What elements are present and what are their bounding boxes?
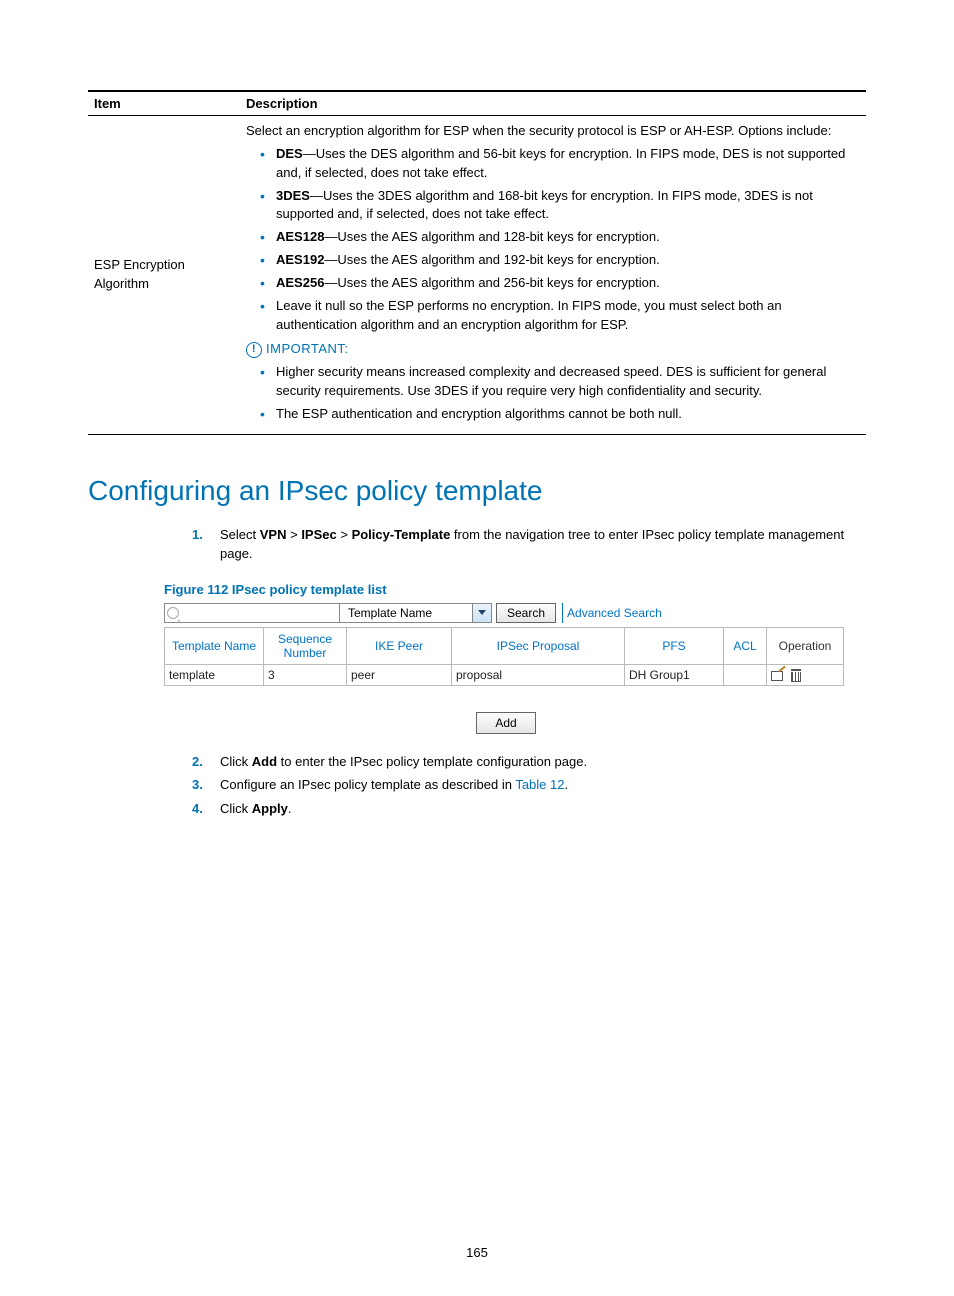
th-desc: Description [240,91,866,116]
col-ike-peer[interactable]: IKE Peer [347,627,452,664]
row-desc: Select an encryption algorithm for ESP w… [240,116,866,435]
edit-icon[interactable] [771,669,785,681]
step-2: Click Add to enter the IPsec policy temp… [192,752,866,772]
intro-text: Select an encryption algorithm for ESP w… [246,122,860,141]
step-4: Click Apply. [192,799,866,819]
template-list-table: Template Name Sequence Number IKE Peer I… [164,627,844,686]
col-template-name[interactable]: Template Name [165,627,264,664]
th-item: Item [88,91,240,116]
table-row: template 3 peer proposal DH Group1 [165,664,844,685]
search-input[interactable] [164,603,340,623]
advanced-search-link[interactable]: Advanced Search [562,603,662,623]
important-1: Higher security means increased complexi… [264,363,860,401]
important-label: ! IMPORTANT: [246,340,349,359]
col-sequence[interactable]: Sequence Number [264,627,347,664]
search-field-dropdown[interactable]: Template Name [339,603,492,623]
search-button[interactable]: Search [496,603,556,623]
important-icon: ! [246,342,262,358]
ui-screenshot: Template Name Search Advanced Search Tem… [164,603,844,734]
section-heading: Configuring an IPsec policy template [88,475,866,507]
col-ipsec-proposal[interactable]: IPSec Proposal [452,627,625,664]
col-operation: Operation [767,627,844,664]
col-pfs[interactable]: PFS [625,627,724,664]
chevron-down-icon [472,604,491,622]
important-2: The ESP authentication and encryption al… [264,405,860,424]
col-acl[interactable]: ACL [724,627,767,664]
figure-caption: Figure 112 IPsec policy template list [164,582,866,597]
step-3: Configure an IPsec policy template as de… [192,775,866,795]
row-item: ESP Encryption Algorithm [88,116,240,435]
opt-null: Leave it null so the ESP performs no enc… [264,297,860,335]
step-1: Select VPN > IPSec > Policy-Template fro… [192,525,866,564]
page-number: 165 [0,1245,954,1260]
search-icon [167,607,179,619]
delete-icon[interactable] [791,669,801,681]
table-12-link[interactable]: Table 12 [515,777,564,792]
add-button[interactable]: Add [476,712,535,734]
esp-table: Item Description ESP Encryption Algorith… [88,90,866,435]
